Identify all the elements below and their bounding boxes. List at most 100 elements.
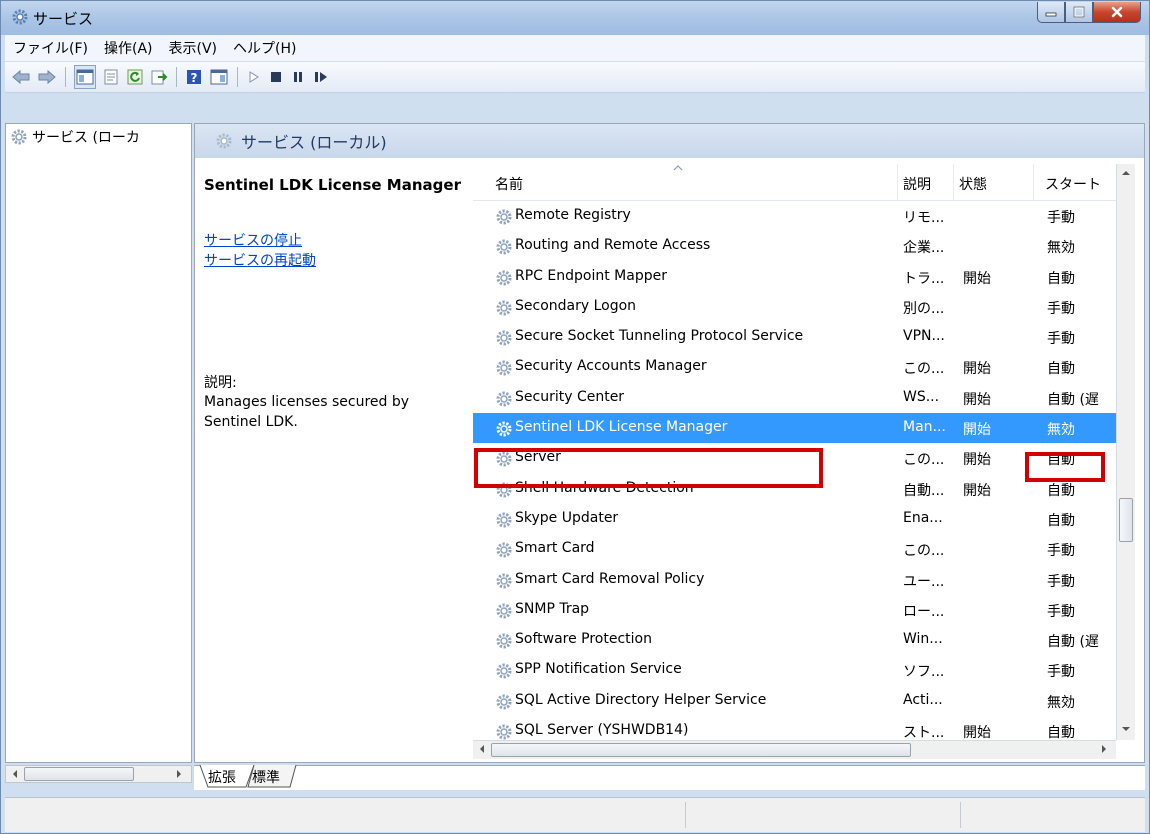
scrollbar-thumb[interactable] <box>491 743 911 757</box>
column-divider[interactable] <box>897 164 898 200</box>
tree-item-services-local[interactable]: サービス (ローカ <box>8 128 140 146</box>
tab-standard[interactable]: 標準 <box>252 766 280 788</box>
table-row[interactable]: Security Center WS... 開始 自動 (遅 <box>473 383 1116 413</box>
toolbar: ? <box>5 62 1145 93</box>
scrollbar-thumb[interactable] <box>1119 498 1133 542</box>
table-row[interactable]: SPP Notification Service ソフ... 手動 <box>473 655 1116 685</box>
table-row[interactable]: Shell Hardware Detection 自動... 開始 自動 <box>473 474 1116 504</box>
play-icon <box>249 71 259 83</box>
table-row[interactable]: Secure Socket Tunneling Protocol Service… <box>473 322 1116 352</box>
stop-service-link[interactable]: サービスの停止 <box>204 230 302 250</box>
service-description-cell: ロー... <box>903 603 945 620</box>
console-tree-button[interactable] <box>74 65 96 89</box>
service-gear-icon <box>496 391 512 407</box>
table-row[interactable]: Server この... 開始 自動 <box>473 443 1116 473</box>
column-header-status[interactable]: 状態 <box>959 174 987 194</box>
help-button[interactable]: ? <box>185 66 203 88</box>
service-name-cell: Security Center <box>515 388 625 405</box>
service-startup-cell: 手動 <box>1047 573 1075 590</box>
service-startup-cell: 自動 <box>1047 512 1075 529</box>
list-header: 名前 説明 状態 スタート <box>473 164 1116 201</box>
table-row[interactable]: Routing and Remote Access 企業... 無効 <box>473 231 1116 261</box>
list-vertical-scrollbar[interactable] <box>1116 164 1135 740</box>
table-row[interactable]: Remote Registry リモ... 手動 <box>473 201 1116 231</box>
menu-help[interactable]: ヘルプ(H) <box>233 38 296 58</box>
service-description-cell: リモ... <box>903 210 945 226</box>
back-button[interactable] <box>11 66 31 88</box>
menu-file[interactable]: ファイル(F) <box>13 38 88 58</box>
service-name-cell: Shell Hardware Detection <box>515 479 694 496</box>
service-gear-icon <box>496 270 512 286</box>
tree-horizontal-scrollbar[interactable] <box>5 765 192 783</box>
properties-button[interactable] <box>102 66 120 88</box>
menu-bar: ファイル(F) 操作(A) 表示(V) ヘルプ(H) <box>5 35 1145 61</box>
pause-icon <box>294 72 302 82</box>
column-divider[interactable] <box>1033 164 1034 200</box>
refresh-button[interactable] <box>126 66 144 88</box>
service-status-cell: 開始 <box>963 422 991 439</box>
service-startup-cell: 無効 <box>1047 422 1075 439</box>
export-list-button[interactable] <box>150 66 168 88</box>
title-bar[interactable]: サービス <box>1 1 1149 35</box>
service-status-cell: 開始 <box>963 452 991 469</box>
table-row[interactable]: Software Protection Win... 自動 (遅 <box>473 625 1116 655</box>
pause-service-button[interactable] <box>290 66 306 88</box>
description-text: Manages licenses secured by Sentinel LDK… <box>204 394 410 430</box>
list-horizontal-scrollbar[interactable] <box>473 740 1116 759</box>
service-name-cell: Sentinel LDK License Manager <box>515 419 728 436</box>
services-gear-icon <box>11 129 27 145</box>
column-header-description[interactable]: 説明 <box>903 174 931 194</box>
table-row[interactable]: RPC Endpoint Mapper トラ... 開始 自動 <box>473 262 1116 292</box>
service-startup-cell: 無効 <box>1047 240 1075 257</box>
service-name-cell: Software Protection <box>515 631 652 648</box>
table-row[interactable]: Sentinel LDK License Manager Man... 開始 無効 <box>473 413 1116 444</box>
close-button[interactable] <box>1093 2 1141 23</box>
stop-service-button[interactable] <box>268 66 284 88</box>
column-divider[interactable] <box>953 164 954 200</box>
maximize-icon <box>1073 6 1085 18</box>
svg-text:?: ? <box>191 71 198 85</box>
table-row[interactable]: SQL Active Directory Helper Service Acti.… <box>473 686 1116 716</box>
service-description-cell: 別の... <box>903 300 945 317</box>
service-gear-icon <box>496 694 512 710</box>
table-row[interactable]: Security Accounts Manager この... 開始 自動 <box>473 352 1116 382</box>
service-description-cell: Win... <box>903 631 943 648</box>
table-row[interactable]: Smart Card Removal Policy ユー... 手動 <box>473 565 1116 595</box>
services-gear-icon <box>216 133 232 149</box>
menu-action[interactable]: 操作(A) <box>104 38 153 58</box>
scroll-right-icon <box>1102 745 1106 753</box>
menu-view[interactable]: 表示(V) <box>169 38 218 58</box>
forward-button[interactable] <box>37 66 57 88</box>
sort-ascending-icon <box>673 165 683 171</box>
minimize-button[interactable] <box>1037 2 1065 23</box>
export-list-icon <box>151 70 168 85</box>
service-startup-cell: 手動 <box>1047 210 1075 226</box>
tab-extended[interactable]: 拡張 <box>208 766 236 788</box>
show-hide-action-pane-button[interactable] <box>209 66 229 88</box>
service-gear-icon <box>496 663 512 679</box>
column-header-startup[interactable]: スタート <box>1045 174 1115 194</box>
scrollbar-thumb[interactable] <box>24 767 134 781</box>
table-row[interactable]: Secondary Logon 別の... 手動 <box>473 292 1116 322</box>
service-startup-cell: 手動 <box>1047 543 1075 560</box>
start-service-button[interactable] <box>246 66 262 88</box>
scroll-right-icon <box>177 770 181 778</box>
table-row[interactable]: Smart Card この... 手動 <box>473 534 1116 564</box>
service-startup-cell: 自動 (遅 <box>1047 634 1099 651</box>
column-header-name[interactable]: 名前 <box>495 174 523 194</box>
view-tabs: 拡張 標準 <box>194 765 1145 790</box>
service-name-cell: Skype Updater <box>515 509 619 526</box>
service-startup-cell: 無効 <box>1047 694 1075 711</box>
back-arrow-icon <box>12 69 30 85</box>
restart-service-link[interactable]: サービスの再起動 <box>204 250 316 270</box>
service-gear-icon <box>496 239 512 255</box>
toolbar-separator <box>65 67 66 87</box>
table-row[interactable]: Skype Updater Ena... 自動 <box>473 504 1116 534</box>
service-gear-icon <box>496 633 512 649</box>
table-row[interactable]: SNMP Trap ロー... 手動 <box>473 595 1116 625</box>
maximize-button[interactable] <box>1065 2 1093 23</box>
resume-service-button[interactable] <box>312 66 330 88</box>
service-details: Sentinel LDK License Manager サービスの停止 サービ… <box>195 158 472 762</box>
service-description-cell: 企業... <box>903 240 945 257</box>
service-description-cell: 自動... <box>903 482 945 499</box>
